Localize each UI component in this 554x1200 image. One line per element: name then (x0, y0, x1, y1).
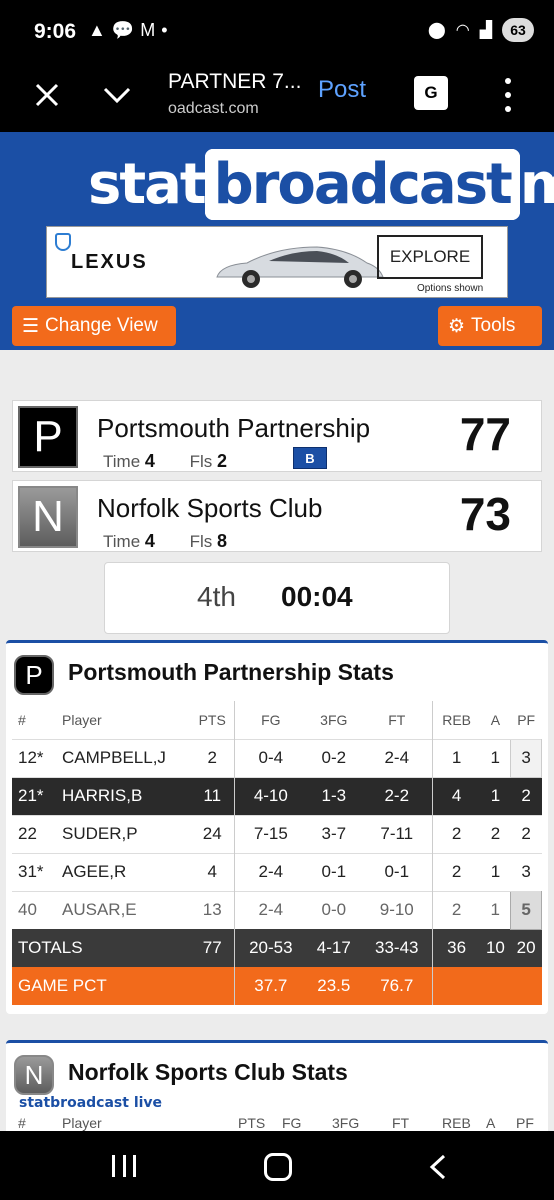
player-name[interactable]: SUDER,P (56, 814, 190, 853)
home-box-score: # Player PTS FG 3FG FT REB A PF 12* CAMP… (12, 701, 542, 1005)
away-stats-panel: N Norfolk Sports Club Stats statbroadcas… (6, 1040, 548, 1131)
notification-icons: ▲ 💬 M • (88, 20, 168, 41)
box-score-header: # Player PTS FG 3FG FT REB A PF (12, 701, 542, 739)
totals-row: TOTALS 77 20-53 4-17 33-43 36 10 20 (12, 929, 542, 967)
gmail-icon: M (140, 20, 156, 40)
away-team-score: 73 (459, 488, 511, 540)
menu-icon: ☰ (22, 315, 40, 337)
page-url: oadcast.com (168, 100, 259, 117)
system-nav-bar (0, 1131, 554, 1200)
recents-icon[interactable] (112, 1155, 136, 1177)
battery-indicator: 63 (502, 18, 534, 42)
ad-choices-icon[interactable] (55, 233, 71, 251)
home-team-badge: P (18, 406, 78, 468)
tools-label: Tools (471, 315, 516, 336)
more-options-icon[interactable] (502, 78, 514, 112)
home-team-name: Portsmouth Partnership (97, 413, 371, 443)
location-icon: ⬤ (427, 22, 446, 39)
player-name[interactable]: HARRIS,B (56, 776, 190, 815)
table-row[interactable]: 40 AUSAR,E 13 2-4 0-0 9-10 2 1 5 (12, 890, 542, 930)
table-row[interactable]: 22 SUDER,P 24 7-15 3-7 7-11 2 2 2 (12, 814, 542, 853)
box-score-header: # Player PTS FG 3FG FT REB A PF (18, 1115, 534, 1131)
player-name[interactable]: AGEE,R (56, 852, 190, 891)
ad-note: Options shown (417, 283, 484, 294)
main-content: P Portsmouth Partnership Time 4 Fls 2 B … (0, 350, 554, 1131)
back-icon[interactable] (426, 1153, 450, 1181)
browser-toolbar: PARTNER 7... oadcast.com Post G (0, 62, 554, 132)
chat-icon: 💬 (111, 20, 135, 40)
away-team-meta: Time 4 Fls 8 (103, 531, 228, 551)
page-title: PARTNER 7... (168, 70, 302, 93)
ad-brand: LEXUS (71, 251, 148, 273)
away-team-name: Norfolk Sports Club (97, 493, 323, 523)
table-row[interactable]: 12* CAMPBELL,J 2 0-4 0-2 2-4 1 1 3 (12, 738, 542, 778)
game-pct-row: GAME PCT 37.7 23.5 76.7 (12, 967, 542, 1005)
player-name[interactable]: AUSAR,E (56, 890, 190, 929)
signal-icon: ▟ (479, 22, 492, 39)
dot-icon: • (161, 20, 168, 40)
home-team-meta: Time 4 Fls 2 (103, 451, 228, 471)
home-stats-title: Portsmouth Partnership Stats (68, 659, 394, 685)
tools-button[interactable]: ⚙ Tools (438, 306, 542, 346)
away-team-badge: N (18, 486, 78, 548)
change-view-label: Change View (45, 315, 158, 336)
home-team-score: 77 (459, 408, 511, 460)
game-clock: 4th 00:04 (104, 562, 450, 634)
wifi-icon: ◠ (455, 22, 470, 39)
site-header: statbroadcastmob LEXUS EXPLORE Options s… (0, 132, 554, 350)
table-row[interactable]: 31* AGEE,R 4 2-4 0-1 0-1 2 1 3 (12, 852, 542, 891)
warning-icon: ▲ (88, 20, 106, 40)
table-row[interactable]: 21* HARRIS,B 11 4-10 1-3 2-2 4 1 2 (12, 776, 542, 815)
home-icon[interactable] (264, 1153, 292, 1181)
ad-banner[interactable]: LEXUS EXPLORE Options shown (46, 226, 508, 298)
translate-icon[interactable]: G (414, 76, 448, 110)
statbroadcast-logo: statbroadcastmob (88, 149, 554, 220)
home-stats-badge: P (14, 655, 54, 695)
status-time: 9:06 (34, 20, 77, 43)
bonus-badge: B (293, 447, 327, 469)
change-view-button[interactable]: ☰ Change View (12, 306, 176, 346)
clock-period: 4th (197, 581, 236, 612)
gears-icon: ⚙ (448, 315, 466, 337)
away-stats-badge: N (14, 1055, 54, 1095)
home-stats-panel: P Portsmouth Partnership Stats # Player … (6, 640, 548, 1014)
chevron-down-icon[interactable] (100, 78, 134, 112)
clock-time: 00:04 (281, 581, 353, 612)
home-team-card[interactable]: P Portsmouth Partnership Time 4 Fls 2 B … (12, 400, 542, 472)
post-button[interactable]: Post (318, 76, 366, 104)
close-icon[interactable] (30, 78, 64, 112)
player-name[interactable]: CAMPBELL,J (56, 738, 190, 777)
system-icons: ⬤ ◠ ▟ 63 (428, 18, 534, 42)
statbroadcast-watermark: statbroadcast live (16, 1095, 166, 1111)
away-team-card[interactable]: N Norfolk Sports Club Time 4 Fls 8 73 (12, 480, 542, 552)
away-stats-title: Norfolk Sports Club Stats (68, 1059, 348, 1085)
status-bar: 9:06 ▲ 💬 M • ⬤ ◠ ▟ 63 (0, 0, 554, 62)
ad-explore-button[interactable]: EXPLORE (377, 235, 483, 279)
